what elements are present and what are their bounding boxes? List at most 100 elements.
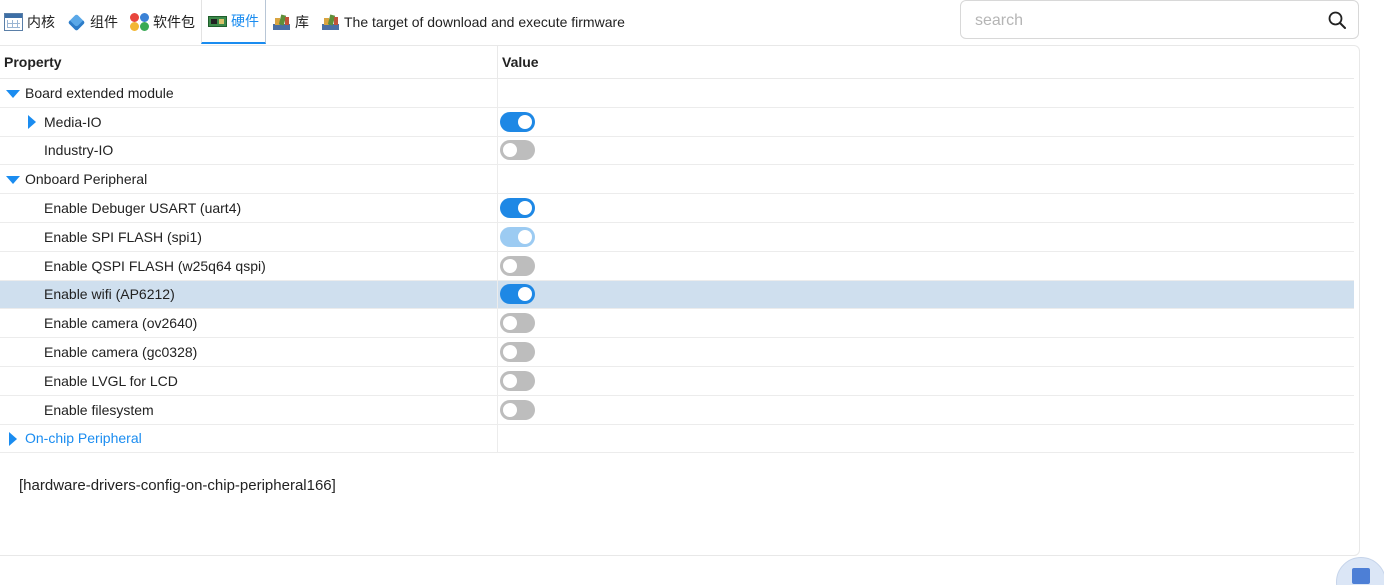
expand-arrow-icon[interactable] xyxy=(6,176,20,185)
toggle-switch[interactable] xyxy=(500,284,535,305)
grid-row[interactable]: Enable Debuger USART (uart4) xyxy=(0,194,1354,223)
property-label: Enable SPI FLASH (spi1) xyxy=(44,228,202,245)
colored-dots-icon xyxy=(130,13,149,31)
property-label: Media-IO xyxy=(44,113,102,130)
toggle-knob xyxy=(503,143,517,158)
toggle-switch xyxy=(500,226,535,247)
grid-row[interactable]: Enable QSPI FLASH (w25q64 qspi) xyxy=(0,251,1354,281)
property-label[interactable]: On-chip Peripheral xyxy=(25,430,142,446)
property-label: Enable Debuger USART (uart4) xyxy=(44,200,242,217)
property-label: Enable LVGL for LCD xyxy=(44,372,178,389)
toggle-knob xyxy=(518,201,532,216)
grid-row[interactable]: Enable filesystem xyxy=(0,395,1354,425)
tab-label: 组件 xyxy=(90,14,118,30)
table-grid-icon xyxy=(4,13,23,31)
toggle-knob xyxy=(518,287,532,302)
value-cell xyxy=(498,165,1354,193)
toggle-switch[interactable] xyxy=(500,399,535,420)
property-cell: Enable SPI FLASH (spi1) xyxy=(0,222,498,251)
toggle-switch[interactable] xyxy=(500,111,535,132)
property-label: Enable camera (gc0328) xyxy=(44,344,198,361)
property-cell: Enable QSPI FLASH (w25q64 qspi) xyxy=(0,251,498,280)
property-label: Enable wifi (AP6212) xyxy=(44,286,175,303)
toggle-knob xyxy=(503,258,517,273)
grid-header: Property Value xyxy=(0,46,1354,79)
value-cell xyxy=(498,338,1354,366)
property-cell: Enable camera (gc0328) xyxy=(0,338,498,366)
value-cell xyxy=(498,79,1354,107)
grid-row[interactable]: Media-IO xyxy=(0,107,1354,137)
magnifier-icon[interactable] xyxy=(1328,11,1346,29)
tab-kernel[interactable]: 内核 xyxy=(0,0,61,44)
property-cell: Industry-IO xyxy=(0,136,498,165)
tab-components[interactable]: 组件 xyxy=(61,0,124,44)
grid-row[interactable]: On-chip Peripheral xyxy=(0,424,1354,454)
search-box xyxy=(960,0,1359,39)
circuit-board-icon xyxy=(208,12,227,30)
cube-icon xyxy=(67,13,86,32)
device-icon xyxy=(1352,568,1370,584)
tab-label: The target of download and execute firmw… xyxy=(344,14,625,30)
property-label: Enable filesystem xyxy=(44,401,154,418)
value-cell xyxy=(498,252,1354,280)
property-cell: Enable filesystem xyxy=(0,395,498,424)
grid-rows: Board extended module Media-IO Industry-IO… xyxy=(0,79,1354,454)
property-cell: Enable camera (ov2640) xyxy=(0,309,498,338)
property-label: Industry-IO xyxy=(44,142,114,159)
toggle-knob xyxy=(503,345,517,360)
toggle-knob xyxy=(503,373,517,388)
grid-row[interactable]: Enable LVGL for LCD xyxy=(0,366,1354,396)
value-cell xyxy=(498,309,1354,337)
property-label: Enable QSPI FLASH (w25q64 qspi) xyxy=(44,257,266,274)
expand-arrow-icon[interactable] xyxy=(6,90,20,98)
grid-row[interactable]: Industry-IO xyxy=(0,136,1354,166)
tab-packages[interactable]: 软件包 xyxy=(124,0,201,44)
toggle-knob xyxy=(518,114,532,129)
grid-row[interactable]: Onboard Peripheral xyxy=(0,165,1354,195)
property-label: Enable camera (ov2640) xyxy=(44,315,198,332)
property-column-header[interactable]: Property xyxy=(0,46,498,78)
tab-label: 软件包 xyxy=(153,14,195,30)
grid-row[interactable]: Enable wifi (AP6212) xyxy=(0,280,1354,310)
value-column-header[interactable]: Value xyxy=(498,46,1354,78)
value-cell xyxy=(498,108,1354,136)
value-cell xyxy=(498,367,1354,395)
toggle-switch[interactable] xyxy=(500,255,535,276)
top-toolbar: 内核 组件 软件包 硬件 库 The target of download an… xyxy=(0,0,960,44)
property-cell: Onboard Peripheral xyxy=(0,165,498,194)
value-cell xyxy=(498,281,1354,309)
toggle-switch[interactable] xyxy=(500,342,535,363)
search-input[interactable] xyxy=(975,10,1315,32)
books-icon xyxy=(272,13,291,31)
property-cell: Media-IO xyxy=(0,107,498,136)
floating-action-button[interactable] xyxy=(1336,557,1384,585)
toggle-switch[interactable] xyxy=(500,140,535,161)
tab-label: 硬件 xyxy=(231,13,259,29)
grid-row[interactable]: Enable camera (ov2640) xyxy=(0,309,1354,339)
tab-library[interactable]: 库 xyxy=(266,0,315,44)
toggle-switch[interactable] xyxy=(500,198,535,219)
value-cell xyxy=(498,223,1354,251)
value-cell xyxy=(498,425,1354,453)
property-panel: Property Value Board extended module Medi… xyxy=(0,45,1360,556)
toggle-knob xyxy=(503,402,517,417)
tab-download-target[interactable]: The target of download and execute firmw… xyxy=(315,0,631,44)
collapse-arrow-icon[interactable] xyxy=(28,114,36,129)
value-cell xyxy=(498,137,1354,165)
toggle-switch[interactable] xyxy=(500,370,535,391)
toggle-switch[interactable] xyxy=(500,313,535,334)
property-cell: Enable wifi (AP6212) xyxy=(0,280,498,309)
property-label: Board extended module xyxy=(25,84,174,101)
property-cell: On-chip Peripheral xyxy=(0,424,498,453)
tab-label: 内核 xyxy=(27,14,55,30)
property-cell: Enable Debuger USART (uart4) xyxy=(0,194,498,222)
collapse-arrow-icon[interactable] xyxy=(9,431,17,446)
grid-row[interactable]: Board extended module xyxy=(0,79,1354,108)
app-window: 内核 组件 软件包 硬件 库 The target of download an… xyxy=(0,0,1384,585)
tab-hardware[interactable]: 硬件 xyxy=(201,0,266,44)
grid-row[interactable]: Enable SPI FLASH (spi1) xyxy=(0,222,1354,252)
grid-row[interactable]: Enable camera (gc0328) xyxy=(0,338,1354,367)
property-cell: Board extended module xyxy=(0,79,498,107)
value-cell xyxy=(498,396,1354,424)
property-description: [hardware-drivers-config-on-chip-periphe… xyxy=(19,477,336,494)
